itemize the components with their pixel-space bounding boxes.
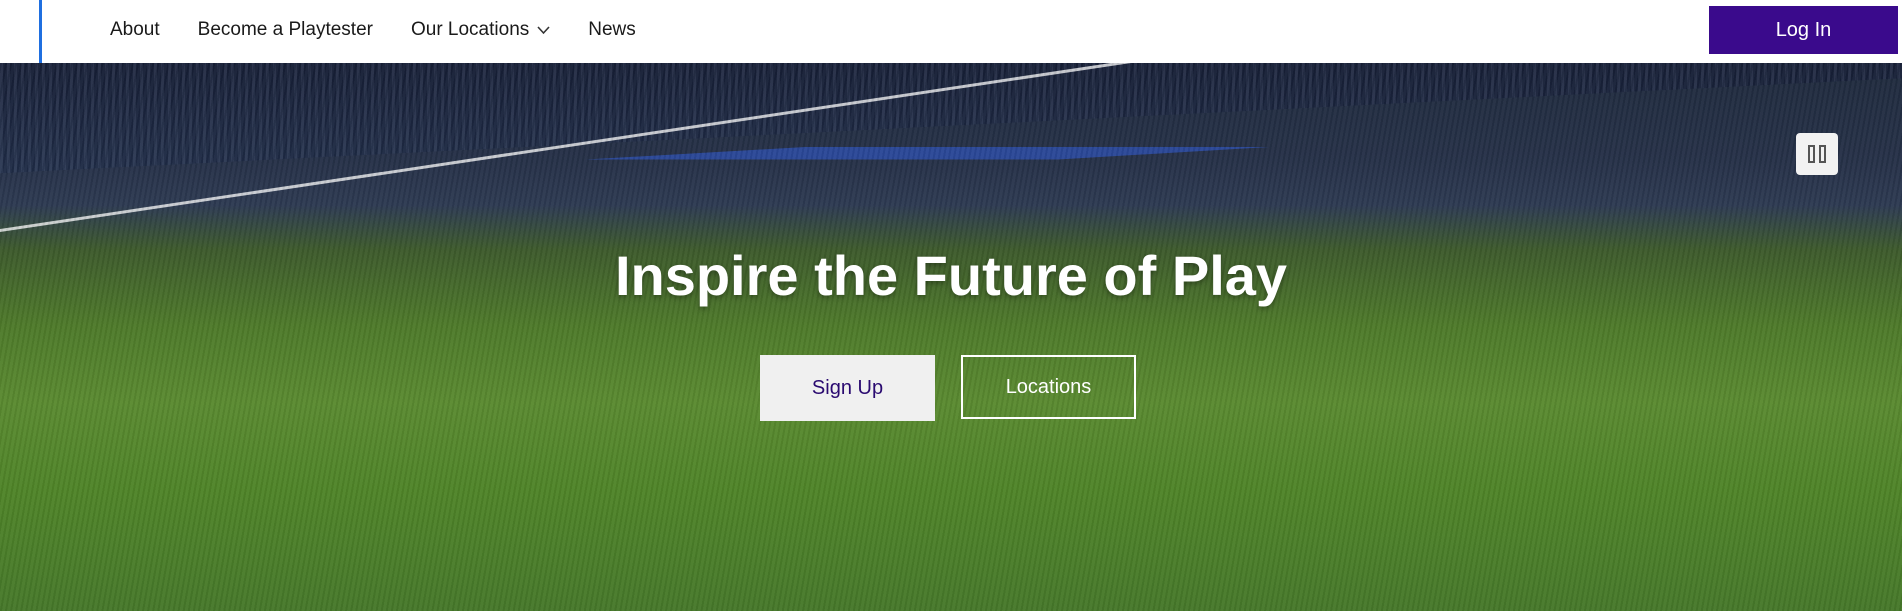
pause-icon-bar [1819, 145, 1826, 163]
chevron-down-icon [537, 25, 550, 34]
nav-link-news[interactable]: News [588, 19, 636, 41]
pause-video-button[interactable] [1796, 133, 1838, 175]
nav-link-label: About [110, 19, 160, 40]
nav-link-label: Our Locations [410, 19, 530, 40]
pause-icon [1808, 145, 1815, 163]
focus-indicator [39, 0, 42, 63]
sign-up-button[interactable]: Sign Up [760, 355, 935, 421]
hero-headline: Inspire the Future of Play [614, 244, 1288, 307]
nav-link-become-playtester[interactable]: Become a Playtester [198, 19, 373, 41]
nav-link-label: Become a Playtester [197, 19, 373, 40]
grass-texture [0, 63, 1902, 611]
main-nav: About Become a Playtester Our Locations … [110, 0, 636, 60]
locations-button[interactable]: Locations [961, 355, 1136, 419]
hero-video-banner: Inspire the Future of Play Sign Up Locat… [0, 63, 1902, 611]
log-in-button[interactable]: Log In [1709, 6, 1898, 54]
top-navigation-bar: About Become a Playtester Our Locations … [0, 0, 1902, 63]
nav-link-label: News [588, 19, 636, 40]
nav-dropdown-our-locations[interactable]: Our Locations [411, 19, 550, 41]
nav-link-about[interactable]: About [110, 19, 160, 41]
